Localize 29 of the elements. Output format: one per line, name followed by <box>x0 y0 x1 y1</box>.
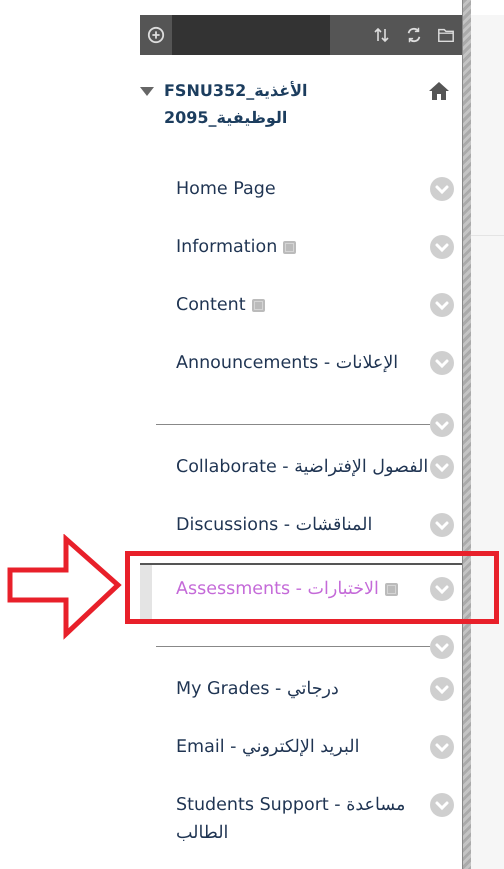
menu-link[interactable]: Home Page <box>176 175 276 203</box>
chevron-down-icon[interactable] <box>430 293 454 317</box>
chevron-down-icon[interactable] <box>430 455 454 479</box>
home-icon[interactable] <box>428 81 450 101</box>
menu-link[interactable]: Discussions - المناقشات <box>176 511 372 539</box>
chevron-down-icon[interactable] <box>430 235 454 259</box>
menu-link[interactable]: Collaborate - الفصول الإفتراضية <box>176 453 428 481</box>
chevron-down-icon[interactable] <box>430 513 454 537</box>
add-icon[interactable] <box>147 26 165 44</box>
chevron-down-icon[interactable] <box>430 413 454 437</box>
course-title[interactable]: FSNU352_الأغذية الوظيفية_2095 <box>164 77 428 131</box>
menu-link[interactable]: Announcements - الإعلانات <box>176 349 398 377</box>
collapse-caret-icon[interactable] <box>140 87 154 97</box>
chevron-down-icon[interactable] <box>430 177 454 201</box>
refresh-icon[interactable] <box>405 26 423 44</box>
folder-icon[interactable] <box>436 26 456 44</box>
menu-link[interactable]: Content <box>176 291 246 319</box>
menu-link[interactable]: Information <box>176 233 278 261</box>
chevron-down-icon[interactable] <box>430 793 454 817</box>
chevron-down-icon[interactable] <box>430 735 454 759</box>
chevron-down-icon[interactable] <box>430 351 454 375</box>
chevron-down-icon[interactable] <box>430 635 454 659</box>
chevron-down-icon[interactable] <box>430 577 454 601</box>
menu-link[interactable]: Students Support - مساعدة الطالب <box>176 791 430 847</box>
toolbar-search-area[interactable] <box>172 15 330 55</box>
selection-bar <box>140 565 152 619</box>
chevron-down-icon[interactable] <box>430 677 454 701</box>
menu-link[interactable]: Email - البريد الإلكتروني <box>176 733 360 761</box>
menu-link[interactable]: My Grades - درجاتي <box>176 675 339 703</box>
